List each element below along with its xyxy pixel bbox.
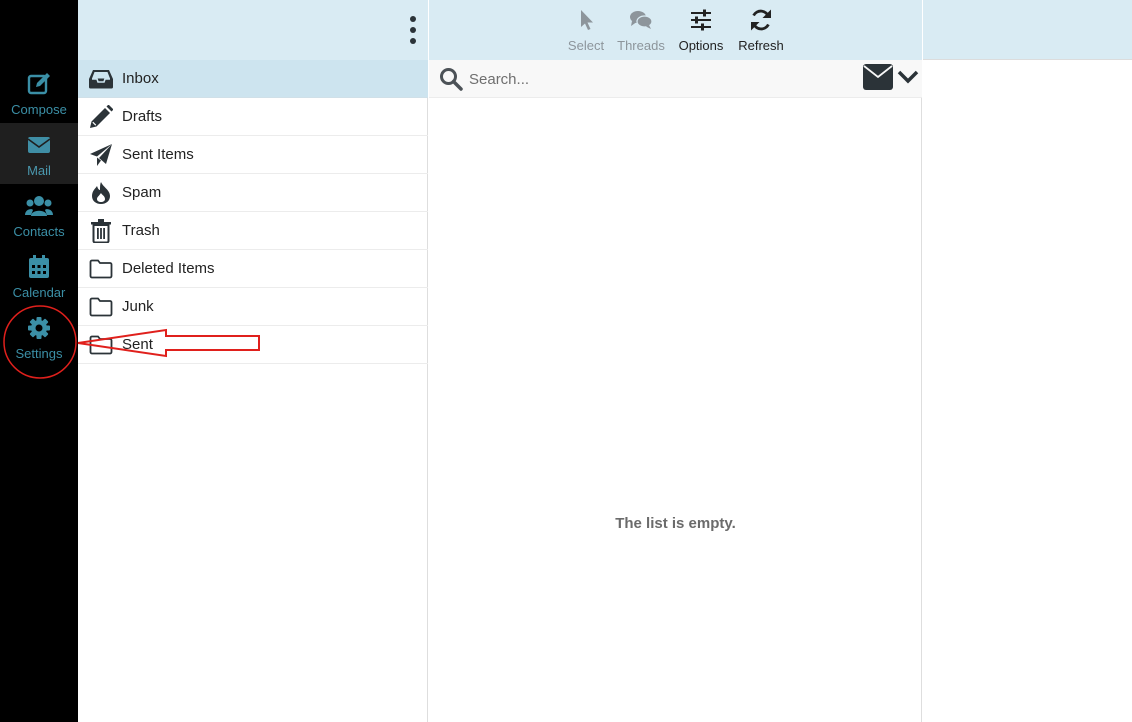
folder-sent-items[interactable]: Sent Items <box>78 136 428 174</box>
folder-label: Sent Items <box>122 146 194 163</box>
folder-icon <box>88 295 114 319</box>
taskbar-settings-button[interactable]: Settings <box>0 306 78 367</box>
comments-icon <box>629 8 653 32</box>
folder-label: Sent <box>122 336 153 353</box>
empty-list-message: The list is empty. <box>615 515 736 532</box>
taskbar-compose-label: Compose <box>11 102 67 117</box>
folder-label: Trash <box>122 222 160 239</box>
taskbar-mail-button[interactable]: Mail <box>0 123 78 184</box>
pencil-icon <box>88 104 114 129</box>
folder-icon <box>88 257 114 281</box>
threads-button[interactable]: Threads <box>615 8 667 54</box>
taskbar-settings-label: Settings <box>15 346 63 361</box>
message-list-toolbar: Select Threads Options Refresh <box>429 0 922 60</box>
envelope-icon <box>27 133 51 157</box>
taskbar-calendar-button[interactable]: Calendar <box>0 245 78 306</box>
taskbar-compose-button[interactable]: Compose <box>0 62 78 123</box>
select-label: Select <box>567 38 605 53</box>
folder-menu-button[interactable] <box>408 16 418 44</box>
search-bar <box>429 60 922 98</box>
taskbar-contacts-label: Contacts <box>13 224 65 239</box>
select-button[interactable]: Select <box>563 8 609 54</box>
dot <box>410 16 416 22</box>
compose-icon <box>27 72 51 96</box>
folder-list: Inbox Drafts Sent Items Spam Trash Delet… <box>78 60 428 722</box>
preview-pane <box>923 61 1132 722</box>
folder-icon <box>88 333 114 357</box>
cursor-icon <box>574 8 598 32</box>
taskbar-mail-label: Mail <box>27 163 51 178</box>
refresh-label: Refresh <box>738 38 784 53</box>
folder-inbox[interactable]: Inbox <box>78 60 428 98</box>
options-label: Options <box>678 38 724 53</box>
envelope-icon <box>863 63 895 95</box>
folder-list-header <box>78 0 428 60</box>
folder-spam[interactable]: Spam <box>78 174 428 212</box>
folder-drafts[interactable]: Drafts <box>78 98 428 136</box>
taskbar-contacts-button[interactable]: Contacts <box>0 184 78 245</box>
fire-icon <box>88 181 114 205</box>
threads-label: Threads <box>617 38 665 53</box>
search-options-button[interactable] <box>863 63 921 95</box>
dot <box>410 38 416 44</box>
folder-junk[interactable]: Junk <box>78 288 428 326</box>
search-icon[interactable] <box>439 67 463 91</box>
refresh-icon <box>749 8 773 32</box>
taskbar-calendar-label: Calendar <box>12 285 66 300</box>
users-icon <box>24 194 54 218</box>
paper-plane-icon <box>88 143 114 167</box>
gear-icon <box>27 316 51 340</box>
folder-label: Drafts <box>122 108 163 125</box>
inbox-icon <box>88 67 114 91</box>
message-list: The list is empty. <box>429 98 922 722</box>
folder-sent[interactable]: Sent <box>78 326 428 364</box>
chevron-down-icon <box>897 69 919 90</box>
dot <box>410 27 416 33</box>
sliders-icon <box>689 8 713 32</box>
options-button[interactable]: Options <box>673 8 729 54</box>
folder-label: Junk <box>122 298 154 315</box>
folder-label: Spam <box>122 184 162 201</box>
folder-label: Deleted Items <box>122 260 215 277</box>
folder-trash[interactable]: Trash <box>78 212 428 250</box>
folder-deleted-items[interactable]: Deleted Items <box>78 250 428 288</box>
taskbar: Compose Mail Contacts Calendar Settings <box>0 0 78 722</box>
search-input[interactable] <box>469 67 849 91</box>
trash-icon <box>88 218 114 243</box>
preview-header <box>923 0 1132 60</box>
folder-label: Inbox <box>122 70 159 87</box>
calendar-icon <box>27 255 51 279</box>
refresh-button[interactable]: Refresh <box>733 8 789 54</box>
